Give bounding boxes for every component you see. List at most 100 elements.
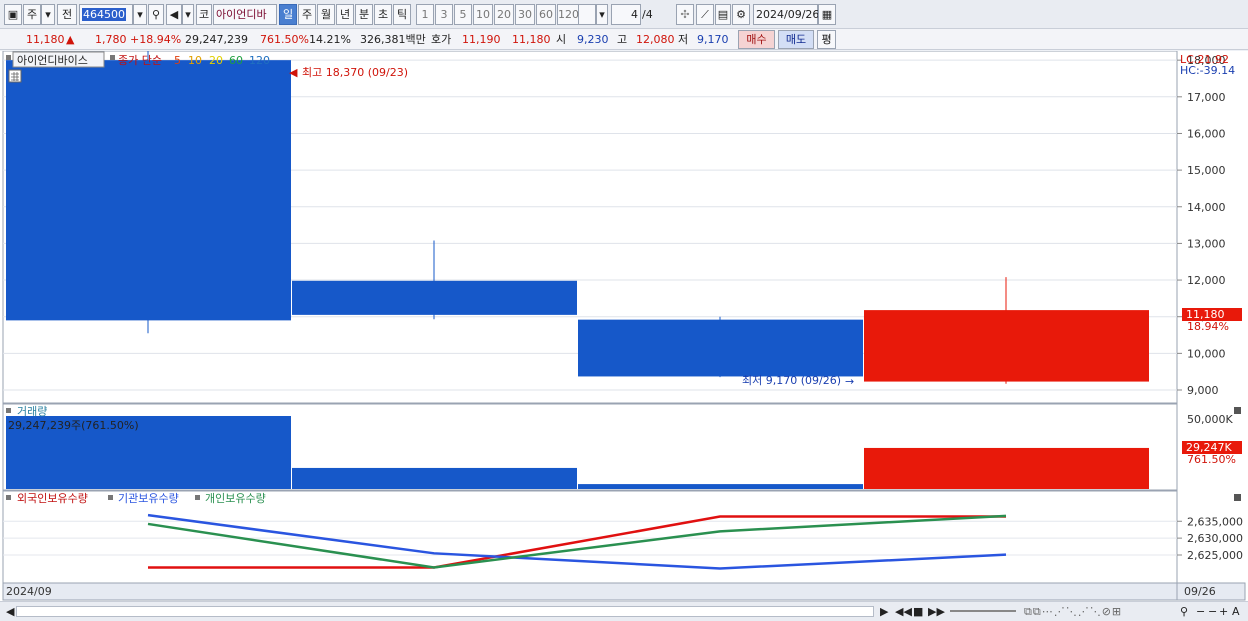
holding-close-icon[interactable] bbox=[1234, 494, 1241, 501]
trade-amount: 326,381백만 bbox=[360, 33, 426, 46]
period-button-3[interactable]: 년 bbox=[336, 4, 354, 25]
volume-bar bbox=[578, 484, 863, 489]
scroll-right-icon[interactable]: ▶ bbox=[880, 603, 888, 620]
chart-canvas[interactable]: 18,00017,00016,00015,00014,00013,00012,0… bbox=[0, 46, 1248, 601]
interval-button-1[interactable]: 1 bbox=[416, 4, 434, 25]
fast-forward-icon[interactable]: ▶▶ bbox=[928, 603, 945, 620]
sell-button[interactable]: 매도 bbox=[778, 30, 814, 49]
foreign-handle-icon[interactable] bbox=[6, 495, 11, 500]
period-button-0[interactable]: 일 bbox=[279, 4, 297, 25]
zoom-in-icon[interactable]: + bbox=[1219, 603, 1228, 620]
prev-button[interactable]: 전 bbox=[57, 4, 77, 25]
ma-period-20: 20 bbox=[209, 54, 223, 67]
ma-period-120: 120 bbox=[249, 54, 270, 67]
crosshair-icon[interactable]: ✣ bbox=[676, 4, 694, 25]
interval-dropdown-icon[interactable]: ▾ bbox=[596, 4, 608, 25]
volume-handle-icon[interactable] bbox=[6, 408, 11, 413]
x-axis-bar bbox=[2, 582, 1178, 601]
period-button-6[interactable]: 틱 bbox=[393, 4, 411, 25]
date-input[interactable]: 2024/09/26 bbox=[753, 4, 819, 25]
code-input[interactable]: 464500 bbox=[79, 4, 133, 25]
change-value: 1,780 bbox=[95, 33, 127, 46]
low-marker-arrow: → bbox=[845, 375, 854, 388]
institution-handle-icon[interactable] bbox=[108, 495, 113, 500]
save-icon[interactable]: ▤ bbox=[715, 4, 731, 25]
price-y-tick-label: 15,000 bbox=[1187, 164, 1226, 177]
interval-button-120[interactable]: 120 bbox=[557, 4, 579, 25]
market-button[interactable]: 코 bbox=[196, 4, 212, 25]
zoom-icon[interactable]: ⚲ bbox=[1180, 603, 1188, 620]
period-button-4[interactable]: 분 bbox=[355, 4, 373, 25]
zoom-out-icon[interactable]: − bbox=[1196, 603, 1205, 620]
ma-period-10: 10 bbox=[188, 54, 202, 67]
interval-button-30[interactable]: 30 bbox=[515, 4, 535, 25]
period-button-2[interactable]: 월 bbox=[317, 4, 335, 25]
price-y-tick-label: 14,000 bbox=[1187, 201, 1226, 214]
interval-button-10[interactable]: 10 bbox=[473, 4, 493, 25]
eval-button[interactable]: 평 bbox=[817, 30, 836, 49]
holding-y-tick-label: 2,635,000 bbox=[1187, 515, 1243, 528]
chart-area[interactable]: 18,000 17,000 16,000 15,000 14,000 13,000 12,0… bbox=[0, 46, 1248, 601]
gear-icon[interactable]: ⚙ bbox=[732, 4, 750, 25]
volume-bar bbox=[292, 467, 577, 489]
individual-handle-icon[interactable] bbox=[195, 495, 200, 500]
count-input[interactable]: 4 bbox=[611, 4, 641, 25]
scroll-left-icon[interactable]: ◀ bbox=[6, 603, 14, 620]
chevron-down-icon[interactable]: ▾ bbox=[41, 4, 55, 25]
hc-label: HC:-39.14 bbox=[1180, 64, 1235, 77]
candle-body bbox=[292, 280, 577, 315]
calendar-icon[interactable]: ▦ bbox=[818, 4, 836, 25]
current-price: 11,180 bbox=[26, 33, 65, 46]
drawing-tools-icon[interactable]: ⧉⧉⋯⋰⋱⋰⋱⊘⊞ bbox=[1024, 603, 1122, 620]
volume-y-tick: 50,000K bbox=[1187, 413, 1233, 426]
speaker-dropdown-icon[interactable]: ▾ bbox=[182, 4, 194, 25]
ask-price: 11,190 bbox=[462, 33, 501, 46]
legend-foreign: 외국인보유수량 bbox=[17, 492, 88, 505]
rewind-icon[interactable]: ◀◀ bbox=[895, 603, 912, 620]
high-price: 12,080 bbox=[636, 33, 675, 46]
open-label: 시 bbox=[556, 33, 567, 46]
legend-institution: 기관보유수량 bbox=[118, 492, 179, 505]
high-marker-arrow: ◀ bbox=[289, 66, 298, 79]
period-prefix[interactable]: 주 bbox=[23, 4, 41, 25]
interval-button-3[interactable]: 3 bbox=[435, 4, 453, 25]
candle-body bbox=[6, 60, 291, 321]
high-marker: 최고 18,370 (09/23) bbox=[302, 66, 408, 79]
buy-button[interactable]: 매수 bbox=[738, 30, 775, 49]
low-label: 저 bbox=[678, 33, 689, 46]
open-price: 9,230 bbox=[577, 33, 609, 46]
price-y-tick-label: 9,000 bbox=[1187, 384, 1219, 397]
current-pct-tag: 18.94% bbox=[1187, 320, 1229, 333]
interval-button-60[interactable]: 60 bbox=[536, 4, 556, 25]
layout-icon[interactable]: ▣ bbox=[4, 4, 22, 25]
x-axis-right-label: 09/26 bbox=[1184, 585, 1216, 598]
ma-period-60: 60 bbox=[229, 54, 243, 67]
period-button-5[interactable]: 초 bbox=[374, 4, 392, 25]
horizontal-scrollbar[interactable] bbox=[16, 606, 874, 617]
magnifier-icon[interactable]: ⚲ bbox=[148, 4, 164, 25]
ma-handle-icon[interactable] bbox=[110, 55, 115, 60]
volume-close-icon[interactable] bbox=[1234, 407, 1241, 414]
speaker-icon[interactable]: ◀ bbox=[166, 4, 182, 25]
count-total: /4 bbox=[642, 8, 653, 21]
candle-body bbox=[864, 310, 1149, 382]
panel-handle-icon[interactable] bbox=[6, 55, 11, 60]
draw-icon[interactable]: ⟋ bbox=[696, 4, 714, 25]
toolbar: ▣ 주 ▾ 전 464500 ▾ ⚲ ◀ ▾ 코 아이언디바 ▾ 4 /4 ✣ … bbox=[0, 0, 1248, 29]
bottom-bar: ◀ ▶ ◀◀ ■ ▶▶ ⧉⧉⋯⋰⋱⋰⋱⊘⊞ ⚲ − − + A bbox=[0, 601, 1248, 621]
speed-slider[interactable] bbox=[950, 610, 1016, 612]
volume-pct-tag: 761.50% bbox=[1187, 453, 1236, 466]
low-marker: 최저 9,170 (09/26) bbox=[742, 374, 841, 387]
stop-icon[interactable]: ■ bbox=[913, 603, 923, 620]
bid-price: 11,180 bbox=[512, 33, 551, 46]
minus-icon[interactable]: − bbox=[1208, 603, 1217, 620]
price-y-tick-label: 17,000 bbox=[1187, 91, 1226, 104]
low-price: 9,170 bbox=[697, 33, 729, 46]
code-dropdown-icon[interactable]: ▾ bbox=[133, 4, 147, 25]
volume-bar bbox=[864, 447, 1149, 489]
interval-button-5[interactable]: 5 bbox=[454, 4, 472, 25]
font-size-icon[interactable]: A bbox=[1232, 603, 1240, 620]
period-button-1[interactable]: 주 bbox=[298, 4, 316, 25]
price-y-tick-label: 13,000 bbox=[1187, 237, 1226, 250]
interval-button-20[interactable]: 20 bbox=[494, 4, 514, 25]
